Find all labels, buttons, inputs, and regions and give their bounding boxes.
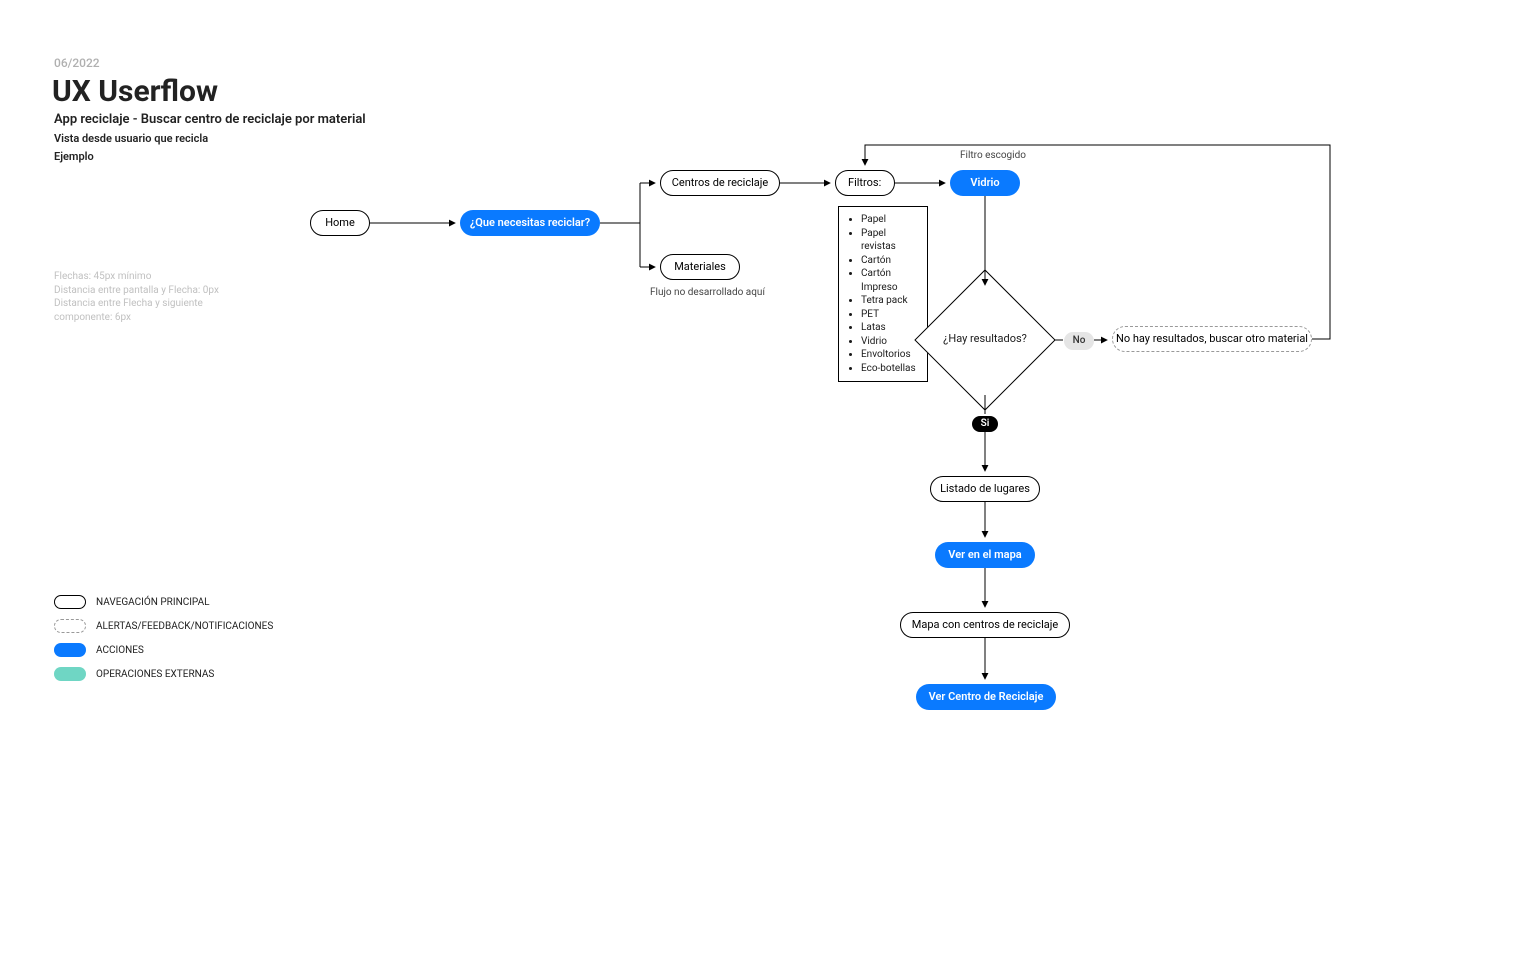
node-listado-lugares: Listado de lugares: [930, 476, 1040, 502]
node-centros: Centros de reciclaje: [660, 170, 780, 196]
node-no-hay-resultados: No hay resultados, buscar otro material: [1112, 326, 1312, 352]
filter-option: PET: [861, 308, 919, 322]
legend-swatch-alert: [54, 619, 86, 633]
page-subtitle-3: Ejemplo: [54, 150, 94, 163]
node-filtros: Filtros:: [835, 170, 895, 196]
filter-option: Vidrio: [861, 335, 919, 349]
legend: NAVEGACIÓN PRINCIPAL ALERTAS/FEEDBACK/NO…: [54, 595, 273, 691]
legend-swatch-action: [54, 643, 86, 657]
node-mapa-centros: Mapa con centros de reciclaje: [900, 612, 1070, 638]
annotation-flujo-no-desarrollado: Flujo no desarrollado aquí: [650, 287, 765, 298]
filter-option: Eco-botellas: [861, 362, 919, 376]
edge-label-si: Si: [972, 416, 998, 432]
legend-swatch-nav: [54, 595, 86, 609]
node-ver-mapa: Ver en el mapa: [935, 542, 1035, 568]
filter-option: Papel revistas: [861, 227, 919, 254]
filter-option: Papel: [861, 213, 919, 227]
filter-option: Latas: [861, 321, 919, 335]
node-home: Home: [310, 210, 370, 236]
edge-label-no: No: [1064, 332, 1094, 350]
connectors-layer: [0, 0, 1524, 954]
legend-item-ext: OPERACIONES EXTERNAS: [54, 667, 273, 681]
legend-item-action: ACCIONES: [54, 643, 273, 657]
decision-label: ¿Hay resultados?: [915, 332, 1055, 345]
legend-label: OPERACIONES EXTERNAS: [96, 669, 214, 680]
legend-item-alert: ALERTAS/FEEDBACK/NOTIFICACIONES: [54, 619, 273, 633]
design-note-line: Distancia entre pantalla y Flecha: 0px: [54, 284, 234, 298]
design-note-line: Flechas: 45px mínimo: [54, 270, 234, 284]
annotation-filtro-escogido: Filtro escogido: [960, 150, 1026, 161]
page-subtitle-2: Vista desde usuario que recicla: [54, 132, 208, 145]
node-hay-resultados: ¿Hay resultados?: [935, 290, 1035, 390]
filter-option: Cartón: [861, 254, 919, 268]
node-vidrio: Vidrio: [950, 170, 1020, 196]
filters-options-box: PapelPapel revistasCartónCartón ImpresoT…: [838, 206, 928, 382]
legend-label: ALERTAS/FEEDBACK/NOTIFICACIONES: [96, 621, 273, 632]
page-subtitle: App reciclaje - Buscar centro de recicla…: [54, 112, 366, 127]
node-ver-centro: Ver Centro de Reciclaje: [916, 684, 1056, 710]
legend-item-nav: NAVEGACIÓN PRINCIPAL: [54, 595, 273, 609]
page-title: UX Userflow: [52, 74, 218, 109]
legend-swatch-ext: [54, 667, 86, 681]
filter-option: Cartón Impreso: [861, 267, 919, 294]
node-que-necesitas: ¿Que necesitas reciclar?: [460, 210, 600, 236]
filter-option: Envoltorios: [861, 348, 919, 362]
legend-label: ACCIONES: [96, 645, 144, 656]
design-note-line: Distancia entre Flecha y siguiente compo…: [54, 297, 234, 324]
node-materiales: Materiales: [660, 254, 740, 280]
design-notes: Flechas: 45px mínimo Distancia entre pan…: [54, 270, 234, 324]
filter-option: Tetra pack: [861, 294, 919, 308]
doc-date: 06/2022: [54, 56, 100, 70]
legend-label: NAVEGACIÓN PRINCIPAL: [96, 597, 209, 608]
